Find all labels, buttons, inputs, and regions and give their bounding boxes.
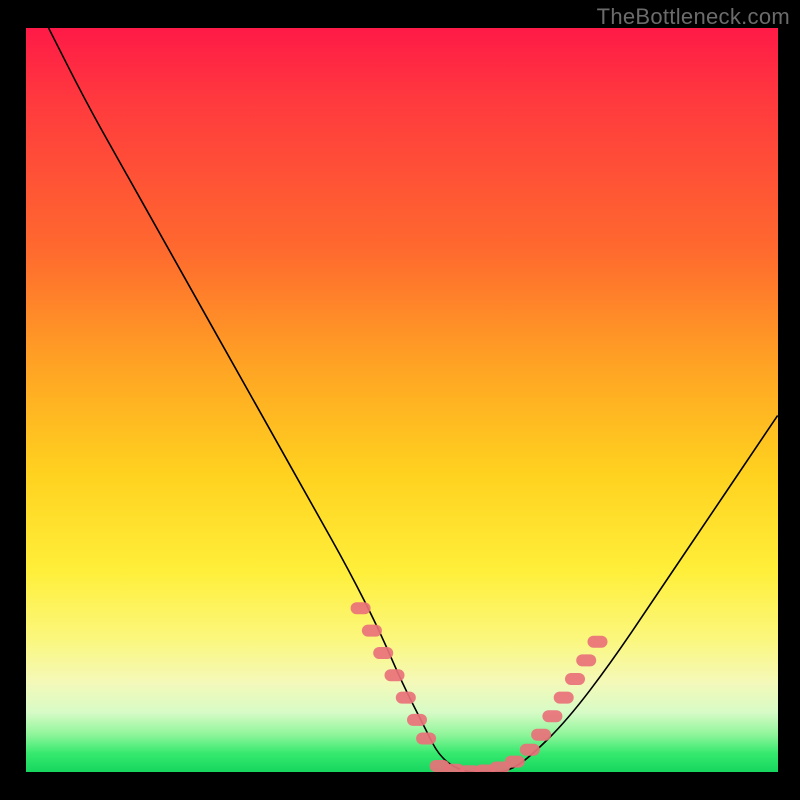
watermark-label: TheBottleneck.com [597,4,790,30]
highlight-marker [373,647,393,659]
highlight-marker [542,710,562,722]
highlight-marker [576,654,596,666]
highlight-marker [407,714,427,726]
highlight-markers [351,602,608,772]
highlight-marker [505,756,525,768]
highlight-marker [588,636,608,648]
highlight-marker [565,673,585,685]
highlight-marker [520,744,540,756]
highlight-marker [351,602,371,614]
curve-layer [26,28,778,772]
highlight-marker [554,692,574,704]
highlight-marker [396,692,416,704]
highlight-marker [416,733,436,745]
bottleneck-curve [49,28,778,772]
highlight-marker [385,669,405,681]
chart-frame: TheBottleneck.com [0,0,800,800]
plot-area [26,28,778,772]
highlight-marker [362,625,382,637]
highlight-marker [531,729,551,741]
